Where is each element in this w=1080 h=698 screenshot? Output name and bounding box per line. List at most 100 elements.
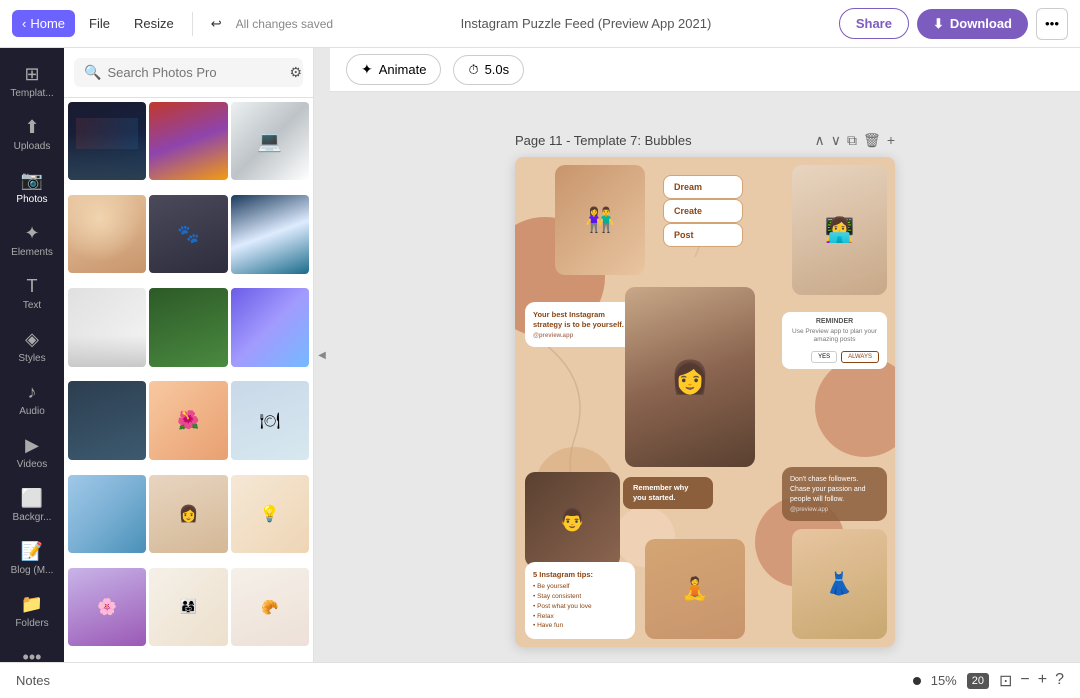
list-item[interactable] (68, 195, 146, 273)
sidebar-label-uploads: Uploads (14, 141, 51, 152)
list-item[interactable]: 💡 (231, 475, 309, 553)
sidebar-item-text[interactable]: T Text (4, 268, 60, 319)
chevron-down-icon[interactable]: ∨ (831, 132, 841, 149)
more-icon: ••• (1045, 16, 1059, 31)
topbar: ‹ Home File Resize ↩ All changes saved I… (0, 0, 1080, 48)
tips-card[interactable]: 5 Instagram tips: • Be yourself • Stay c… (525, 562, 635, 639)
download-button[interactable]: ⬇ Download (917, 9, 1028, 39)
copy-page-icon[interactable]: ⧉ (847, 132, 857, 149)
notes-button[interactable]: Notes (16, 673, 50, 688)
list-item[interactable] (231, 195, 309, 273)
create-card[interactable]: Create (663, 199, 743, 223)
more-dots-icon: ••• (23, 647, 42, 662)
sidebar-item-audio[interactable]: ♪ Audio (4, 374, 60, 425)
reminder-card[interactable]: REMINDER Use Preview app to plan your am… (782, 312, 887, 369)
sidebar-label-videos: Videos (17, 459, 47, 470)
cta-card[interactable]: Remember why you started. (623, 477, 713, 509)
list-item[interactable]: 🍽 (231, 381, 309, 459)
page-title: Page 11 - Template 7: Bubbles (515, 133, 807, 148)
sidebar-item-photos[interactable]: 📷 Photos (4, 162, 60, 213)
list-item[interactable] (231, 288, 309, 366)
list-item[interactable]: 💻 (231, 102, 309, 180)
reminder-yes-button[interactable]: YES (811, 351, 837, 363)
filter-icon[interactable]: ⚙ (289, 64, 302, 81)
sidebar-item-more[interactable]: ••• More (4, 639, 60, 662)
quote-card[interactable]: Your best Instagram strategy is to be yo… (525, 302, 635, 347)
resize-button[interactable]: Resize (124, 10, 184, 37)
bottom-right: 15% 20 ⊡ − + ? (913, 671, 1064, 691)
canvas-scroll[interactable]: Page 11 - Template 7: Bubbles ∧ ∨ ⧉ 🗑 + (330, 92, 1080, 662)
share-button[interactable]: Share (839, 8, 909, 39)
home-button[interactable]: ‹ Home (12, 10, 75, 37)
panel-collapse-handle[interactable]: ◀ (314, 48, 330, 662)
photo-frame-1[interactable]: 👫 (555, 165, 645, 275)
sidebar-item-styles[interactable]: ◈ Styles (4, 321, 60, 372)
motivation-text: Don't chase followers. Chase your passio… (790, 475, 879, 504)
photo-frame-6[interactable]: 👗 (792, 529, 887, 639)
download-icon: ⬇ (933, 16, 944, 32)
dream-card[interactable]: Dream (663, 175, 743, 199)
photos-panel: 🔍 ⚙ 💻 🐾 🌺 🍽 (64, 48, 314, 662)
fit-screen-icon[interactable]: ⊡ (999, 671, 1012, 691)
list-item[interactable]: 🐾 (149, 195, 227, 273)
template-canvas[interactable]: 👫 Dream Create Post 👩‍💻 (515, 157, 895, 647)
list-item[interactable]: 🥐 (231, 568, 309, 646)
search-input[interactable] (107, 65, 283, 80)
list-item[interactable] (68, 288, 146, 366)
delete-page-icon[interactable]: 🗑 (863, 132, 881, 149)
sidebar-item-background[interactable]: ⬜ Backgr... (4, 480, 60, 531)
zoom-in-icon[interactable]: + (1038, 671, 1047, 691)
photo-frame-5[interactable]: 🧘 (645, 539, 745, 639)
background-icon: ⬜ (21, 488, 43, 509)
help-icon[interactable]: ? (1055, 671, 1064, 691)
sidebar-item-templates[interactable]: ⊞ Templat... (4, 56, 60, 107)
search-icon: 🔍 (84, 64, 101, 81)
sidebar-item-folders[interactable]: 📁 Folders (4, 586, 60, 637)
photo-frame-4[interactable]: 👨 (525, 472, 620, 567)
tips-list: • Be yourself • Stay consistent • Post w… (533, 582, 627, 631)
sidebar-label-photos: Photos (16, 194, 47, 205)
saved-status: All changes saved (236, 17, 333, 31)
zoom-out-icon[interactable]: − (1020, 671, 1029, 691)
motivation-card[interactable]: Don't chase followers. Chase your passio… (782, 467, 887, 521)
list-item[interactable]: 🌺 (149, 381, 227, 459)
add-page-icon[interactable]: + (887, 132, 895, 149)
list-item[interactable]: 👨‍👩‍👧 (149, 568, 227, 646)
home-label: Home (30, 16, 65, 31)
time-label: 5.0s (485, 62, 510, 77)
create-text: Create (674, 206, 732, 216)
photo-frame-2[interactable]: 👩‍💻 (792, 165, 887, 295)
bottom-icons: ⊡ − + ? (999, 671, 1064, 691)
file-button[interactable]: File (79, 10, 120, 37)
animate-icon: ✦ (361, 61, 373, 78)
list-item[interactable] (68, 475, 146, 553)
chevron-up-icon[interactable]: ∧ (815, 132, 825, 149)
blob-2 (815, 357, 895, 457)
list-item[interactable] (68, 102, 146, 180)
list-item[interactable] (68, 381, 146, 459)
post-card[interactable]: Post (663, 223, 743, 247)
undo-button[interactable]: ↩ (201, 10, 232, 38)
photo-frame-3[interactable]: 👩 (625, 287, 755, 467)
blog-icon: 📝 (21, 541, 43, 562)
more-options-button[interactable]: ••• (1036, 8, 1068, 40)
time-button[interactable]: ⏱ 5.0s (453, 55, 524, 85)
sidebar-item-elements[interactable]: ✦ Elements (4, 215, 60, 266)
zoom-level: 20 (972, 675, 984, 687)
animate-button[interactable]: ✦ Animate (346, 54, 441, 85)
folders-icon: 📁 (21, 594, 43, 615)
sidebar-item-blog[interactable]: 📝 Blog (M... (4, 533, 60, 584)
reminder-always-button[interactable]: ALWAYS (841, 351, 879, 363)
document-title: Instagram Puzzle Feed (Preview App 2021) (337, 16, 835, 31)
list-item[interactable]: 👩 (149, 475, 227, 553)
elements-icon: ✦ (24, 223, 39, 244)
videos-icon: ▶ (25, 435, 39, 456)
file-label: File (89, 16, 110, 31)
sidebar-item-uploads[interactable]: ⬆ Uploads (4, 109, 60, 160)
list-item[interactable] (149, 102, 227, 180)
list-item[interactable]: 🌸 (68, 568, 146, 646)
list-item[interactable] (149, 288, 227, 366)
sidebar-item-videos[interactable]: ▶ Videos (4, 427, 60, 478)
collapse-icon: ◀ (318, 350, 326, 361)
sidebar-label-background: Backgr... (13, 512, 52, 523)
